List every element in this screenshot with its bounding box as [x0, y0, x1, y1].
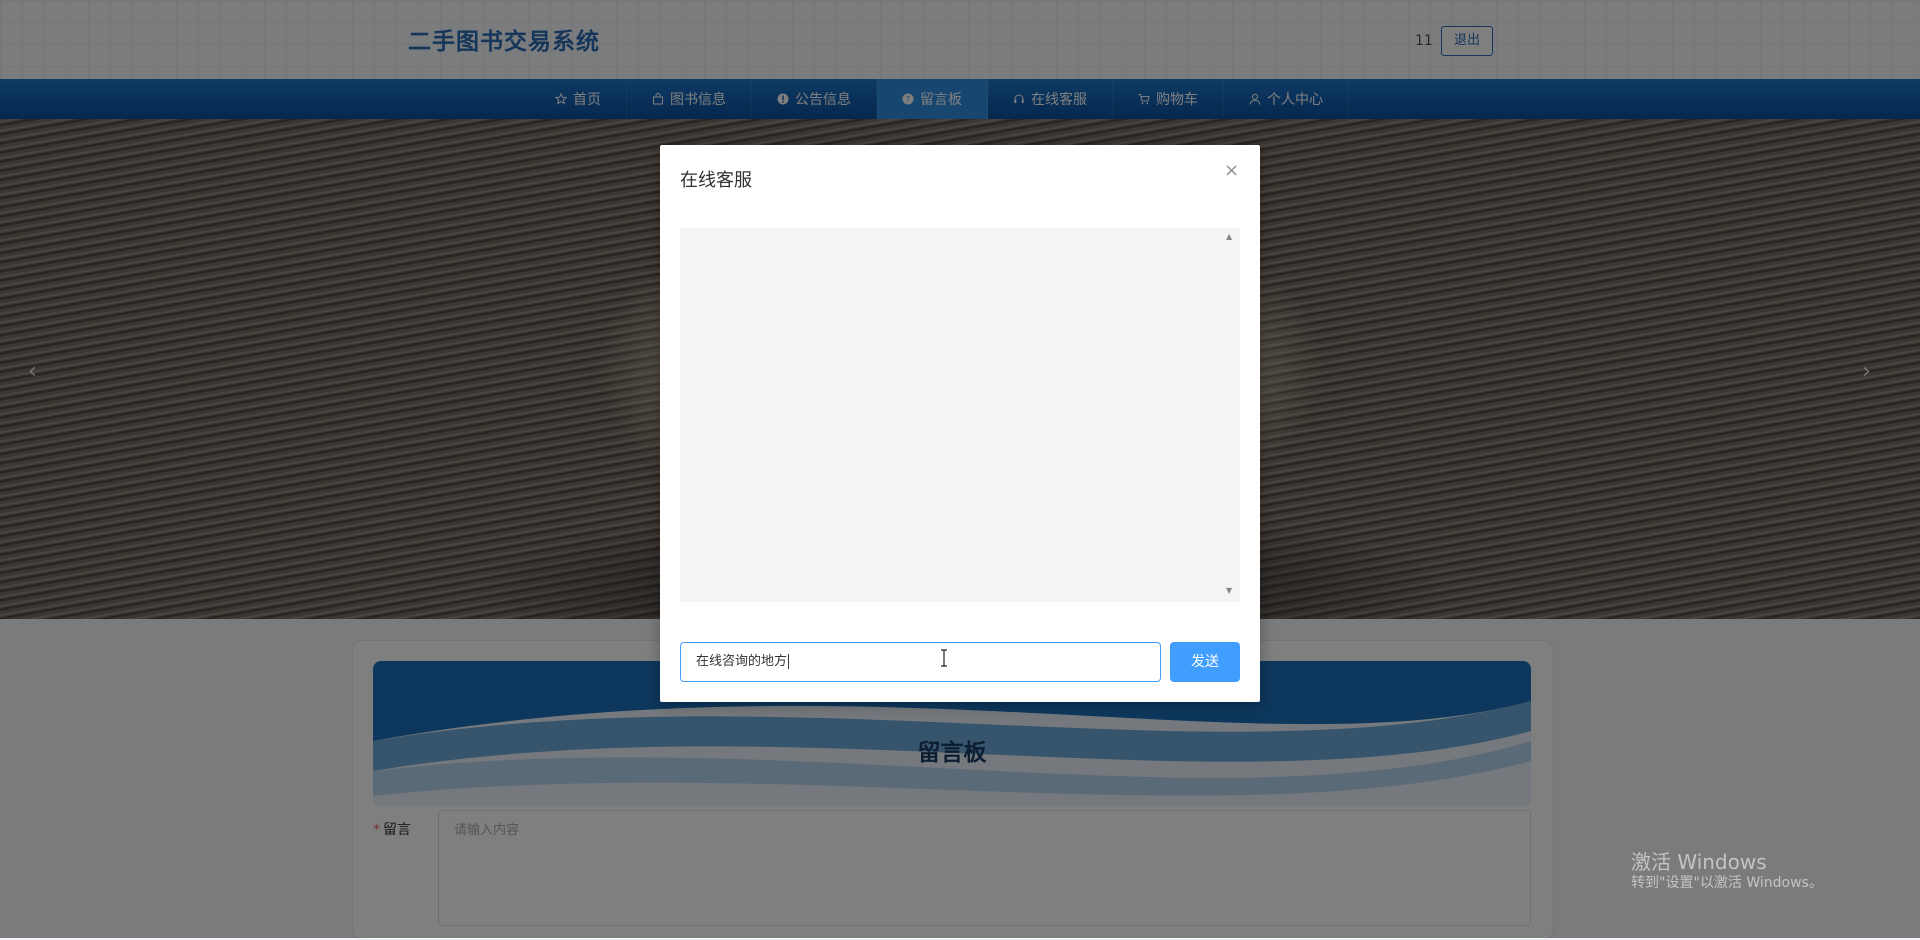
scroll-up-icon[interactable]: ▲: [1226, 232, 1232, 241]
dialog-title: 在线客服: [680, 170, 752, 191]
send-button[interactable]: 发送: [1170, 642, 1240, 682]
chat-input[interactable]: 在线咨询的地方: [680, 642, 1161, 682]
chat-history[interactable]: ▲ ▼: [680, 228, 1240, 602]
text-caret: [788, 654, 790, 669]
watermark-subtitle: 转到"设置"以激活 Windows。: [1631, 875, 1823, 891]
ibeam-cursor-icon: [941, 649, 947, 667]
chat-input-value: 在线咨询的地方: [696, 654, 788, 669]
customer-service-dialog: 在线客服 × ▲ ▼ 在线咨询的地方 发送: [660, 145, 1260, 702]
close-icon[interactable]: ×: [1224, 160, 1239, 181]
watermark-title: 激活 Windows: [1631, 850, 1767, 874]
scroll-down-icon[interactable]: ▼: [1226, 586, 1232, 595]
